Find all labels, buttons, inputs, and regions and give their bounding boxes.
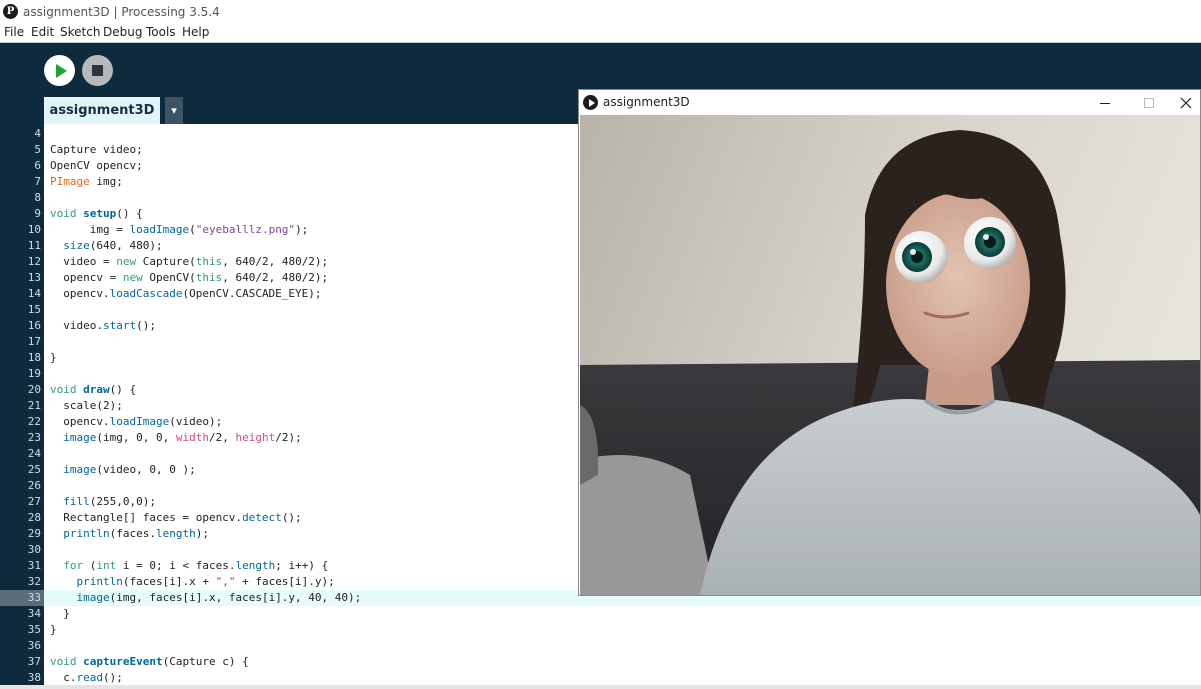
code-line[interactable]: void captureEvent(Capture c) { xyxy=(50,654,249,670)
code-line[interactable]: c.read(); xyxy=(50,670,123,686)
tab-menu-button[interactable]: ▾ xyxy=(165,97,183,124)
code-line[interactable]: image(video, 0, 0 ); xyxy=(50,462,195,478)
eyeball-right xyxy=(964,217,1016,269)
close-icon xyxy=(1180,97,1192,108)
line-number: 13 xyxy=(27,271,41,284)
minimize-icon xyxy=(1100,102,1110,104)
code-line[interactable]: void setup() { xyxy=(50,206,143,222)
menu-sketch[interactable]: Sketch xyxy=(60,25,100,39)
code-line[interactable]: video.start(); xyxy=(50,318,156,334)
code-line[interactable]: for (int i = 0; i < faces.length; i++) { xyxy=(50,558,328,574)
code-line[interactable]: println(faces.length); xyxy=(50,526,209,542)
code-line[interactable]: image(img, faces[i].x, faces[i].y, 40, 4… xyxy=(50,590,362,606)
webcam-canvas xyxy=(580,115,1200,595)
tab-assignment3d[interactable]: assignment3D xyxy=(44,97,160,124)
line-number: 6 xyxy=(34,159,41,172)
line-number: 25 xyxy=(27,463,41,476)
code-line[interactable]: } xyxy=(50,622,57,638)
line-number: 33 xyxy=(27,591,41,604)
code-line[interactable]: PImage img; xyxy=(50,174,123,190)
line-number: 35 xyxy=(27,623,41,636)
code-line[interactable]: Rectangle[] faces = opencv.detect(); xyxy=(50,510,301,526)
sketch-titlebar[interactable]: assignment3D xyxy=(579,90,1200,115)
line-number: 16 xyxy=(27,319,41,332)
menu-bar: File Edit Sketch Debug Tools Help xyxy=(0,24,1201,43)
code-line[interactable]: Capture video; xyxy=(50,142,143,158)
line-number: 15 xyxy=(27,303,41,316)
line-number: 17 xyxy=(27,335,41,348)
line-number: 38 xyxy=(27,671,41,684)
status-strip xyxy=(0,685,1201,689)
line-number: 30 xyxy=(27,543,41,556)
sketch-window-title: assignment3D xyxy=(603,95,690,109)
line-number: 20 xyxy=(27,383,41,396)
minimize-button[interactable] xyxy=(1083,90,1127,115)
close-button[interactable] xyxy=(1171,90,1201,115)
code-line[interactable]: opencv.loadCascade(OpenCV.CASCADE_EYE); xyxy=(50,286,321,302)
line-number: 12 xyxy=(27,255,41,268)
code-line[interactable]: } xyxy=(50,606,70,622)
line-number: 19 xyxy=(27,367,41,380)
maximize-button[interactable] xyxy=(1127,90,1171,115)
menu-debug[interactable]: Debug xyxy=(103,25,142,39)
code-line[interactable]: opencv.loadImage(video); xyxy=(50,414,222,430)
code-line[interactable]: size(640, 480); xyxy=(50,238,162,254)
line-number: 32 xyxy=(27,575,41,588)
stop-button[interactable] xyxy=(82,55,113,86)
window-title: assignment3D | Processing 3.5.4 xyxy=(23,5,220,19)
run-button[interactable] xyxy=(44,55,75,86)
line-number: 29 xyxy=(27,527,41,540)
webcam-frame xyxy=(580,115,1200,595)
line-number: 34 xyxy=(27,607,41,620)
play-icon xyxy=(55,63,67,78)
line-number: 23 xyxy=(27,431,41,444)
line-number: 37 xyxy=(27,655,41,668)
line-number: 27 xyxy=(27,495,41,508)
stop-icon xyxy=(92,65,103,76)
code-line[interactable]: println(faces[i].x + "," + faces[i].y); xyxy=(50,574,335,590)
code-line[interactable]: opencv = new OpenCV(this, 640/2, 480/2); xyxy=(50,270,328,286)
line-number: 5 xyxy=(34,143,41,156)
processing-logo-icon: P xyxy=(3,4,18,19)
line-number: 31 xyxy=(27,559,41,572)
menu-help[interactable]: Help xyxy=(182,25,209,39)
line-number: 26 xyxy=(27,479,41,492)
code-line[interactable]: img = loadImage("eyeballlz.png"); xyxy=(50,222,309,238)
code-line[interactable]: fill(255,0,0); xyxy=(50,494,156,510)
code-line[interactable]: void draw() { xyxy=(50,382,136,398)
line-number: 24 xyxy=(27,447,41,460)
line-number: 9 xyxy=(34,207,41,220)
line-number: 36 xyxy=(27,639,41,652)
code-line[interactable]: } xyxy=(50,350,57,366)
processing-run-icon xyxy=(583,95,598,110)
line-number: 14 xyxy=(27,287,41,300)
menu-file[interactable]: File xyxy=(4,25,24,39)
line-number: 21 xyxy=(27,399,41,412)
code-line[interactable]: OpenCV opencv; xyxy=(50,158,143,174)
line-number: 28 xyxy=(27,511,41,524)
line-number: 10 xyxy=(27,223,41,236)
line-number: 7 xyxy=(34,175,41,188)
menu-edit[interactable]: Edit xyxy=(31,25,54,39)
code-line[interactable]: scale(2); xyxy=(50,398,123,414)
menu-tools[interactable]: Tools xyxy=(146,25,176,39)
sketch-window[interactable]: assignment3D xyxy=(578,89,1201,596)
chevron-down-icon: ▾ xyxy=(171,104,177,117)
eyeball-left xyxy=(895,231,947,283)
code-line[interactable]: video = new Capture(this, 640/2, 480/2); xyxy=(50,254,328,270)
line-number: 8 xyxy=(34,191,41,204)
line-number: 11 xyxy=(27,239,41,252)
line-number: 4 xyxy=(34,127,41,140)
line-number: 18 xyxy=(27,351,41,364)
line-number: 22 xyxy=(27,415,41,428)
app-titlebar: P assignment3D | Processing 3.5.4 xyxy=(0,0,1201,24)
code-line[interactable]: image(img, 0, 0, width/2, height/2); xyxy=(50,430,301,446)
maximize-icon xyxy=(1144,97,1154,108)
